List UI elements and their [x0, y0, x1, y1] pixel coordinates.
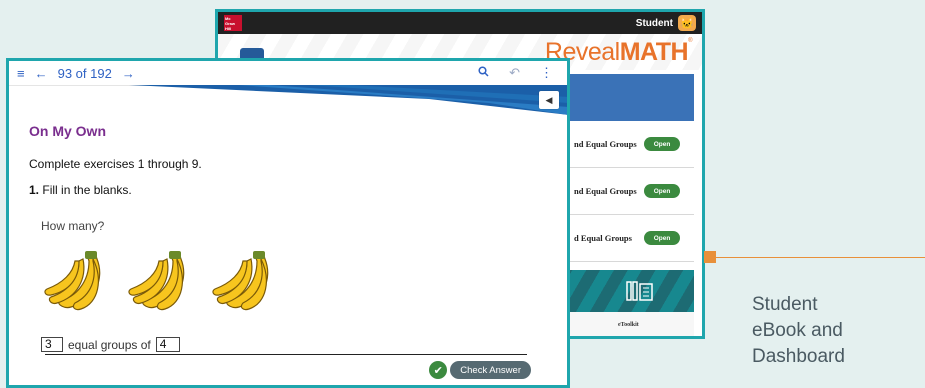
page-indicator: 93 of 192	[57, 65, 112, 81]
lesson-title: nd Equal Groups	[574, 139, 637, 149]
equal-groups-label: equal groups of	[68, 337, 151, 352]
speaker-icon[interactable]: ◀	[539, 91, 559, 109]
avatar-icon: 🐱	[678, 15, 696, 31]
connector-line	[711, 257, 925, 258]
etoolkit-label: eToolkit	[618, 322, 639, 328]
banana-icon	[44, 251, 101, 311]
check-answer-area: ✔ Check Answer	[429, 361, 531, 379]
open-button[interactable]: Open	[644, 184, 680, 198]
dashboard-header: Mc Graw Hill Student 🐱	[218, 12, 702, 34]
lesson-title: nd Equal Groups	[574, 186, 637, 196]
banana-groups	[43, 249, 547, 319]
lesson-title: d Equal Groups	[574, 233, 632, 243]
banana-icon	[128, 251, 185, 311]
connector-marker	[704, 251, 716, 263]
exercise-number: 1.	[29, 183, 40, 197]
user-label: Student	[635, 17, 673, 29]
check-answer-button[interactable]: Check Answer	[450, 361, 531, 379]
question-text: How many?	[41, 219, 105, 233]
page-banner	[9, 85, 567, 115]
ebook-toolbar: ≡ ← 93 of 192 → ↶ ⋮	[9, 61, 567, 86]
toolkit-icon	[626, 280, 654, 302]
divider	[45, 354, 527, 355]
ebook-window: ≡ ← 93 of 192 → ↶ ⋮ ◀ On My Own Complete…	[6, 58, 570, 388]
open-button[interactable]: Open	[644, 137, 680, 151]
section-title: On My Own	[29, 123, 106, 139]
ebook-content: On My Own Complete exercises 1 through 9…	[29, 123, 547, 352]
open-button[interactable]: Open	[644, 231, 680, 245]
answer-row: 3 equal groups of 4	[41, 337, 547, 352]
groups-input[interactable]: 3	[41, 337, 63, 352]
caption-text: Student eBook and Dashboard	[752, 294, 845, 367]
user-menu[interactable]: Student 🐱	[636, 15, 696, 31]
search-icon[interactable]	[478, 65, 489, 81]
banana-icon	[212, 251, 269, 311]
mcgraw-hill-logo: Mc Graw Hill	[224, 15, 242, 31]
more-vert-icon[interactable]: ⋮	[540, 65, 553, 81]
check-circle-icon: ✔	[429, 361, 448, 379]
menu-icon[interactable]: ≡	[17, 66, 25, 81]
exercise-text: Fill in the blanks.	[42, 183, 132, 197]
group-size-input[interactable]: 4	[155, 337, 180, 352]
instruction-text: Complete exercises 1 through 9.	[29, 157, 202, 171]
exercise-1: 1. Fill in the blanks.	[29, 183, 547, 197]
back-arrow-icon[interactable]: ←	[35, 66, 48, 81]
undo-icon[interactable]: ↶	[509, 65, 520, 81]
forward-arrow-icon[interactable]: →	[122, 66, 135, 81]
